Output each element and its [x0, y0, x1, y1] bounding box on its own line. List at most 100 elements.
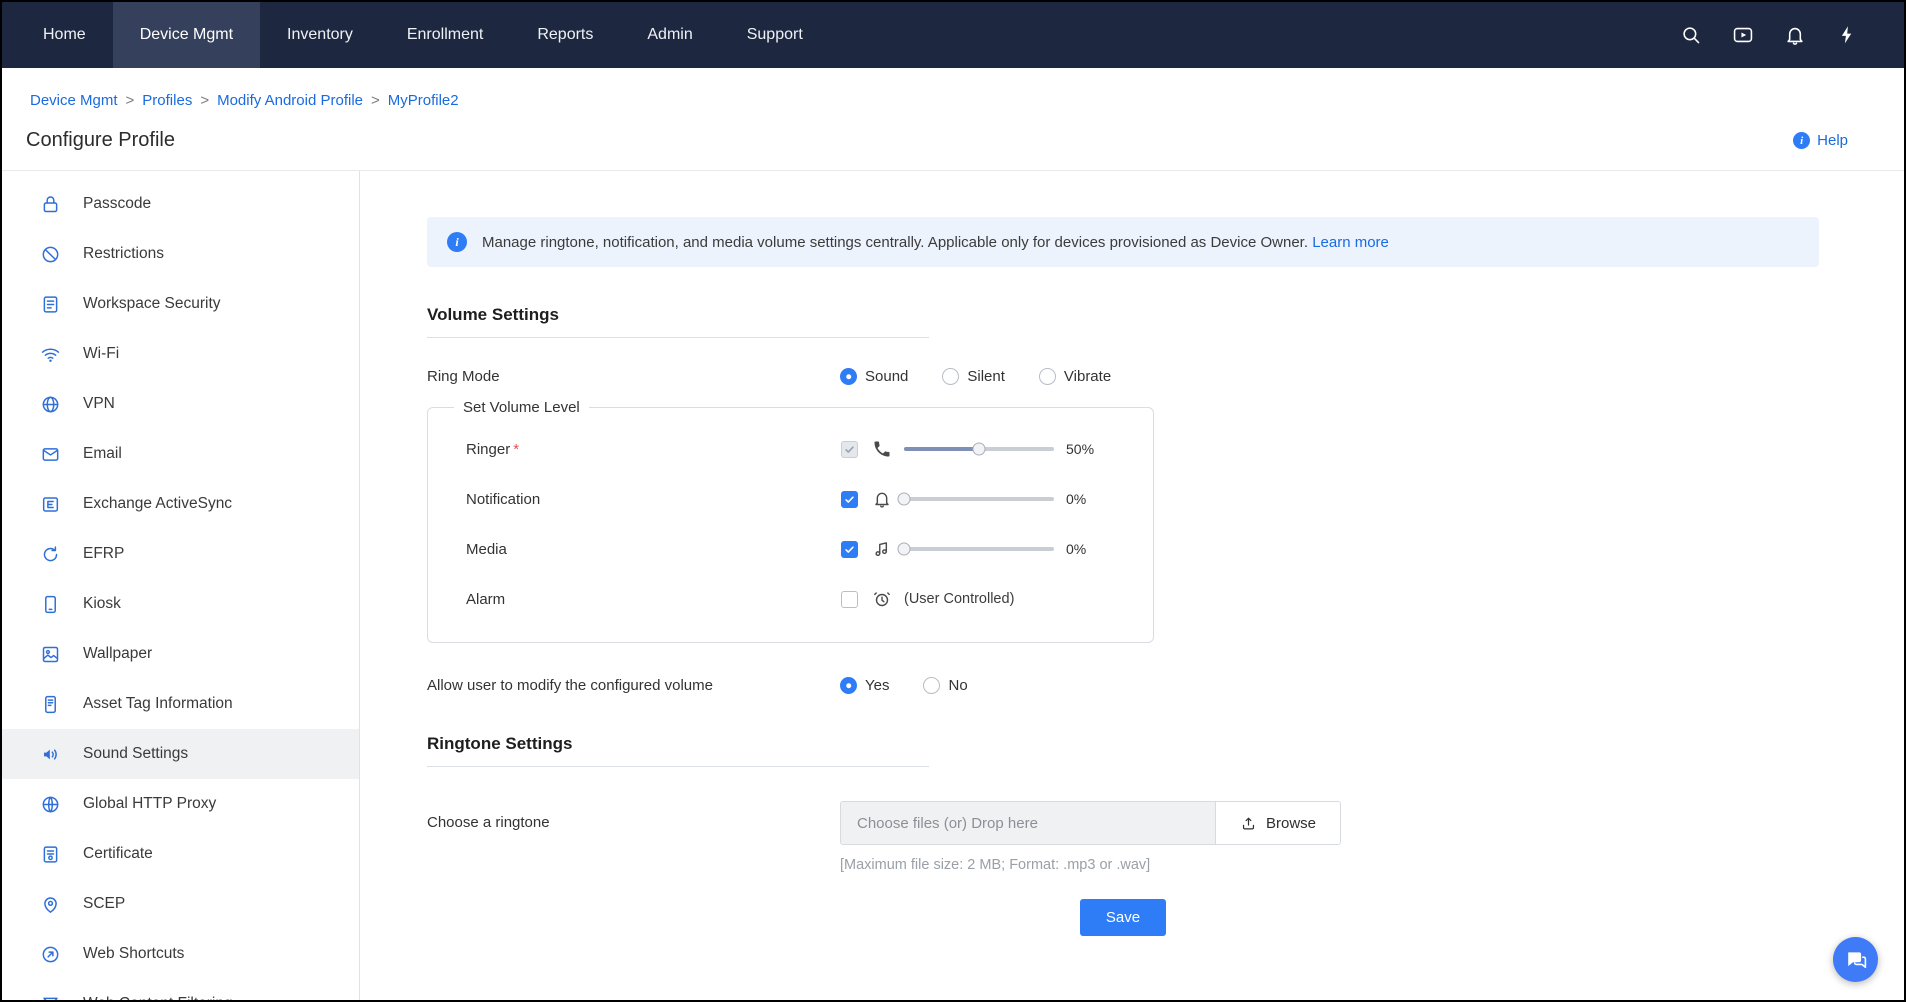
- sidebar-item-workspace-security[interactable]: Workspace Security: [2, 279, 359, 329]
- radio-no[interactable]: No: [923, 677, 967, 694]
- save-row: Save: [427, 899, 1819, 936]
- sidebar-item-web-content-filtering[interactable]: Web Content Filtering: [2, 979, 359, 1000]
- kiosk-icon: [40, 594, 61, 615]
- lock-icon: [40, 194, 61, 215]
- sidebar-item-label: Asset Tag Information: [83, 695, 233, 713]
- sidebar-item-scep[interactable]: SCEP: [2, 879, 359, 929]
- slider-value: 0%: [1066, 491, 1086, 507]
- slider-thumb[interactable]: [973, 443, 986, 456]
- mail-icon: [40, 444, 61, 465]
- sidebar-item-web-shortcuts[interactable]: Web Shortcuts: [2, 929, 359, 979]
- sidebar-item-certificate[interactable]: Certificate: [2, 829, 359, 879]
- sidebar-item-kiosk[interactable]: Kiosk: [2, 579, 359, 629]
- required-asterisk: *: [513, 441, 519, 458]
- sidebar-item-sound-settings[interactable]: Sound Settings: [2, 729, 359, 779]
- learn-more-link[interactable]: Learn more: [1312, 234, 1389, 251]
- help-label: Help: [1817, 132, 1848, 149]
- sidebar-item-exchange-activesync[interactable]: Exchange ActiveSync: [2, 479, 359, 529]
- breadcrumb-item-myprofile2[interactable]: MyProfile2: [388, 92, 459, 109]
- help-link[interactable]: i Help: [1793, 132, 1848, 149]
- slider-value: 0%: [1066, 541, 1086, 557]
- exchange-icon: [40, 494, 61, 515]
- nav-item-support[interactable]: Support: [720, 2, 830, 68]
- bell-icon: [872, 489, 892, 509]
- sidebar-item-label: Kiosk: [83, 595, 121, 613]
- sidebar-item-vpn[interactable]: VPN: [2, 379, 359, 429]
- page-title: Configure Profile: [26, 129, 175, 152]
- file-hint: [Maximum file size: 2 MB; Format: .mp3 o…: [840, 857, 1341, 873]
- radio-vibrate[interactable]: Vibrate: [1039, 368, 1111, 385]
- radio-dot[interactable]: [840, 677, 857, 694]
- media-volume-slider[interactable]: [904, 547, 1054, 551]
- allow-modify-radio-group: Yes No: [840, 677, 968, 694]
- sidebar-item-label: Sound Settings: [83, 745, 188, 763]
- scep-icon: [40, 894, 61, 915]
- nav-item-home[interactable]: Home: [16, 2, 113, 68]
- media-checkbox[interactable]: [841, 541, 858, 558]
- nav-item-device-mgmt[interactable]: Device Mgmt: [113, 2, 260, 68]
- sidebar-item-asset-tag-information[interactable]: Asset Tag Information: [2, 679, 359, 729]
- info-icon: i: [447, 232, 467, 252]
- ringtone-control: Choose files (or) Drop here Browse [Maxi…: [840, 801, 1341, 873]
- wallpaper-icon: [40, 644, 61, 665]
- notification-checkbox[interactable]: [841, 491, 858, 508]
- radio-dot[interactable]: [1039, 368, 1056, 385]
- chat-fab[interactable]: [1833, 937, 1878, 982]
- sidebar-item-passcode[interactable]: Passcode: [2, 179, 359, 229]
- nav-item-enrollment[interactable]: Enrollment: [380, 2, 510, 68]
- sidebar-item-label: EFRP: [83, 545, 124, 563]
- ringtone-settings-title: Ringtone Settings: [427, 734, 929, 767]
- alarm-icon: [872, 589, 892, 609]
- sound-icon: [40, 744, 61, 765]
- sidebar-item-wallpaper[interactable]: Wallpaper: [2, 629, 359, 679]
- slider-value: 50%: [1066, 441, 1094, 457]
- radio-label: Vibrate: [1064, 368, 1111, 385]
- file-drop-zone[interactable]: Choose files (or) Drop here: [841, 802, 1215, 844]
- radio-dot[interactable]: [942, 368, 959, 385]
- sidebar-item-efrp[interactable]: EFRP: [2, 529, 359, 579]
- sidebar-item-global-http-proxy[interactable]: Global HTTP Proxy: [2, 779, 359, 829]
- breadcrumb-separator: >: [371, 92, 380, 109]
- sidebar-item-wi-fi[interactable]: Wi-Fi: [2, 329, 359, 379]
- volume-row-label: Notification: [466, 491, 841, 508]
- volume-row-label-text: Notification: [466, 491, 540, 508]
- volume-box-legend: Set Volume Level: [454, 399, 589, 416]
- breadcrumb-item-device-mgmt[interactable]: Device Mgmt: [30, 92, 118, 109]
- sidebar-item-label: Passcode: [83, 195, 151, 213]
- save-button[interactable]: Save: [1080, 899, 1166, 936]
- volume-row-media: Media0%: [428, 524, 1153, 574]
- sidebar-item-email[interactable]: Email: [2, 429, 359, 479]
- breadcrumb-item-profiles[interactable]: Profiles: [142, 92, 192, 109]
- nav-item-inventory[interactable]: Inventory: [260, 2, 380, 68]
- radio-yes[interactable]: Yes: [840, 677, 889, 694]
- slider-thumb[interactable]: [898, 493, 911, 506]
- ringer-checkbox: [841, 441, 858, 458]
- breadcrumb-item-modify-android-profile[interactable]: Modify Android Profile: [217, 92, 363, 109]
- radio-dot[interactable]: [923, 677, 940, 694]
- info-banner: i Manage ringtone, notification, and med…: [427, 217, 1819, 267]
- main-panel: i Manage ringtone, notification, and med…: [360, 171, 1904, 1000]
- slider-thumb[interactable]: [898, 543, 911, 556]
- flash-icon[interactable]: [1836, 24, 1858, 46]
- nav-item-admin[interactable]: Admin: [620, 2, 719, 68]
- volume-row-notification: Notification 0%: [428, 474, 1153, 524]
- asset-icon: [40, 694, 61, 715]
- volume-settings-title: Volume Settings: [427, 305, 929, 338]
- browse-button[interactable]: Browse: [1215, 802, 1340, 844]
- radio-label: Yes: [865, 677, 889, 694]
- sidebar-item-label: Web Shortcuts: [83, 945, 184, 963]
- video-icon[interactable]: [1732, 24, 1754, 46]
- proxy-icon: [40, 794, 61, 815]
- nav-item-reports[interactable]: Reports: [510, 2, 620, 68]
- search-icon[interactable]: [1680, 24, 1702, 46]
- notification-volume-slider[interactable]: [904, 497, 1054, 501]
- radio-sound[interactable]: Sound: [840, 368, 908, 385]
- sidebar-item-restrictions[interactable]: Restrictions: [2, 229, 359, 279]
- ring-mode-radio-group: Sound Silent Vibrate: [840, 368, 1111, 385]
- notification-icon[interactable]: [1784, 24, 1806, 46]
- ringer-volume-slider[interactable]: [904, 447, 1054, 451]
- alarm-checkbox[interactable]: [841, 591, 858, 608]
- radio-dot[interactable]: [840, 368, 857, 385]
- upload-icon: [1240, 815, 1257, 832]
- radio-silent[interactable]: Silent: [942, 368, 1005, 385]
